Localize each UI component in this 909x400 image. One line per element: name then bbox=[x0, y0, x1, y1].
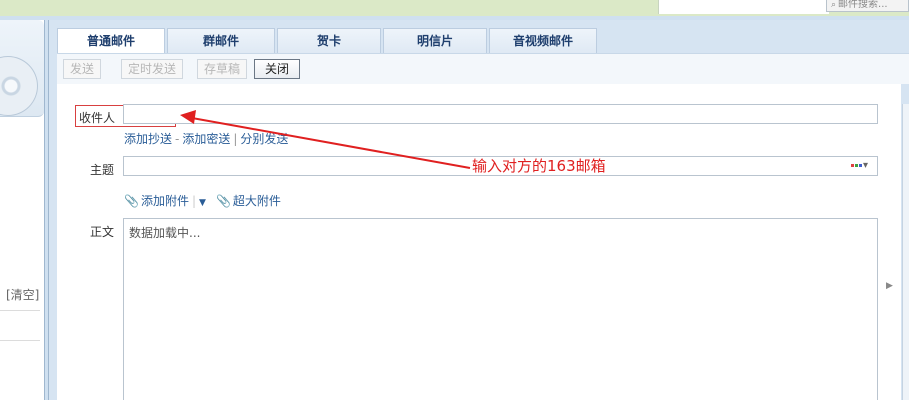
annotation-arrow bbox=[180, 110, 471, 169]
annotation-text: 输入对方的163邮箱 bbox=[472, 157, 606, 175]
